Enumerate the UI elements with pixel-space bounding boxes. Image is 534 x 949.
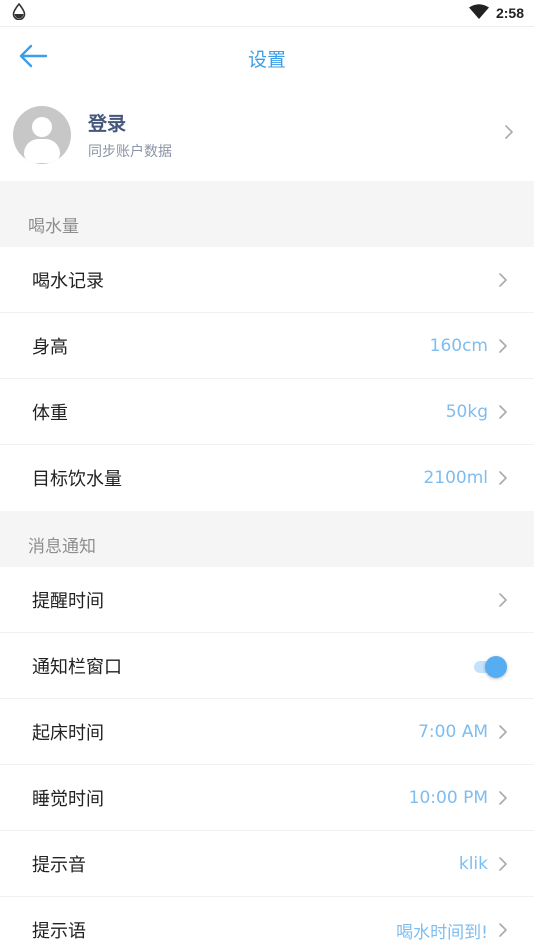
row-wake-time[interactable]: 起床时间 7:00 AM (0, 699, 534, 765)
row-value: 喝水时间到! (396, 922, 488, 943)
account-row[interactable]: 登录 同步账户数据 (0, 89, 534, 181)
avatar-head-shape (32, 117, 52, 137)
avatar (13, 106, 71, 164)
row-label: 提示语 (32, 921, 86, 942)
chevron-right-icon (498, 272, 508, 288)
row-target-intake[interactable]: 目标饮水量 2100ml (0, 445, 534, 511)
sync-account-label: 同步账户数据 (88, 144, 172, 160)
chevron-right-icon (498, 592, 508, 608)
chevron-right-icon (498, 856, 508, 872)
row-sound[interactable]: 提示音 klik (0, 831, 534, 897)
back-button[interactable] (16, 43, 50, 73)
app-bar: 设置 (0, 27, 534, 89)
row-sleep-time[interactable]: 睡觉时间 10:00 PM (0, 765, 534, 831)
row-label: 睡觉时间 (32, 788, 104, 810)
row-label: 提示音 (32, 854, 86, 876)
avatar-body-shape (24, 139, 60, 163)
toggle-thumb (485, 655, 507, 678)
row-label: 起床时间 (32, 722, 104, 744)
section-water: 喝水记录 身高 160cm 体重 50kg 目标饮水量 2100ml (0, 247, 534, 511)
row-notification-bar: 通知栏窗口 (0, 633, 534, 699)
row-height[interactable]: 身高 160cm (0, 313, 534, 379)
login-label: 登录 (88, 113, 127, 135)
row-label: 目标饮水量 (32, 469, 122, 490)
chevron-right-icon (498, 338, 508, 354)
chevron-right-icon (498, 470, 508, 486)
section-notifications: 提醒时间 通知栏窗口 起床时间 7:00 AM 睡觉时间 10:00 PM 提示… (0, 567, 534, 949)
chevron-right-icon (498, 404, 508, 420)
section-header-notifications: 消息通知 (0, 511, 534, 567)
water-drop-icon (12, 2, 26, 24)
row-value: 7:00 AM (418, 721, 488, 742)
row-reminder-time[interactable]: 提醒时间 (0, 567, 534, 633)
account-text: 登录 同步账户数据 (88, 109, 172, 161)
row-label: 喝水记录 (32, 270, 104, 292)
status-bar: 2:58 (0, 0, 534, 27)
wifi-icon (468, 3, 489, 23)
notification-bar-toggle[interactable] (474, 655, 508, 678)
row-label: 通知栏窗口 (32, 656, 122, 678)
page-title: 设置 (247, 48, 286, 71)
row-value: klik (458, 853, 488, 874)
status-right: 2:58 (468, 3, 524, 23)
row-reminder-message[interactable]: 提示语 喝水时间到! (0, 897, 534, 949)
chevron-right-icon (498, 922, 508, 938)
status-left (12, 2, 26, 24)
row-value: 50kg (445, 401, 488, 422)
row-value: 2100ml (423, 468, 488, 488)
chevron-right-icon (498, 724, 508, 740)
row-label: 身高 (32, 336, 68, 358)
row-value: 10:00 PM (408, 787, 488, 808)
arrow-left-icon (18, 44, 48, 72)
row-value: 160cm (429, 335, 488, 356)
status-time: 2:58 (495, 5, 524, 21)
chevron-right-icon (498, 790, 508, 806)
row-drink-record[interactable]: 喝水记录 (0, 247, 534, 313)
section-header-water: 喝水量 (0, 181, 534, 247)
row-weight[interactable]: 体重 50kg (0, 379, 534, 445)
row-label: 提醒时间 (32, 590, 104, 612)
chevron-right-icon (504, 124, 514, 140)
row-label: 体重 (32, 402, 68, 424)
